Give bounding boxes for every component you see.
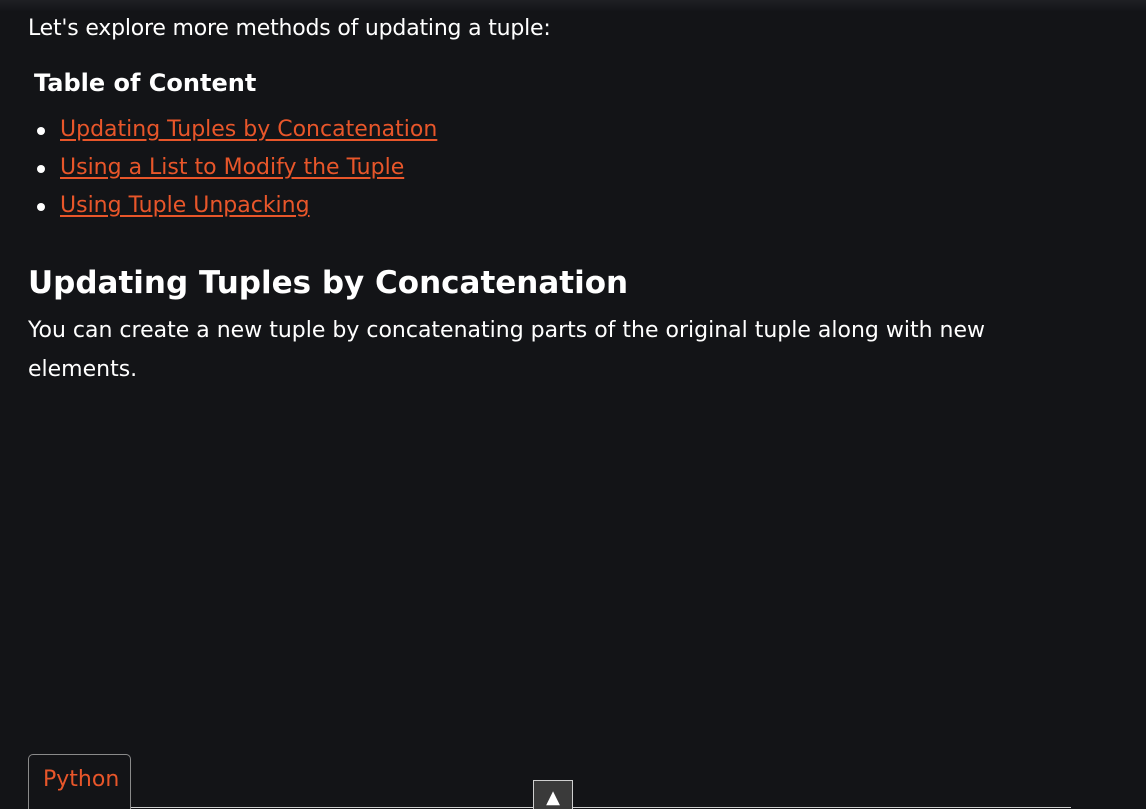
intro-text: Let's explore more methods of updating a… — [28, 16, 551, 41]
toc-link-list-modify[interactable]: Using a List to Modify the Tuple — [60, 155, 404, 180]
toc-title: Table of Content — [34, 69, 257, 97]
code-tab-divider — [131, 807, 1071, 808]
code-language-tab[interactable]: Python — [28, 754, 131, 809]
scroll-to-top-button[interactable]: ▲ — [533, 780, 573, 809]
section-heading: Updating Tuples by Concatenation — [28, 265, 629, 301]
table-of-contents: Updating Tuples by Concatenation Using a… — [36, 115, 437, 229]
toc-item: Updating Tuples by Concatenation — [36, 115, 437, 153]
toc-link-unpacking[interactable]: Using Tuple Unpacking — [60, 193, 310, 218]
toc-item: Using a List to Modify the Tuple — [36, 153, 437, 191]
section-text: You can create a new tuple by concatenat… — [28, 318, 986, 382]
toc-item: Using Tuple Unpacking — [36, 191, 437, 229]
header-shadow — [0, 0, 1146, 12]
arrow-up-icon: ▲ — [546, 787, 560, 808]
toc-link-concatenation[interactable]: Updating Tuples by Concatenation — [60, 117, 437, 142]
